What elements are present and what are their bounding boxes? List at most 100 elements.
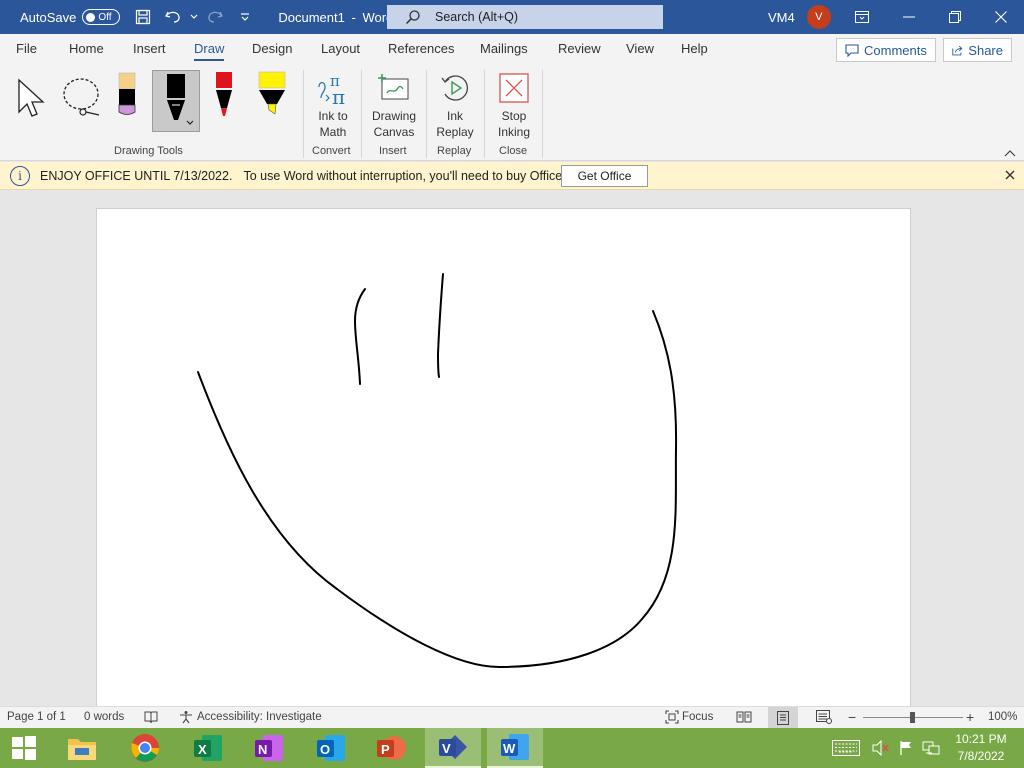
- ink-drawing[interactable]: [97, 209, 912, 706]
- ink-stroke-smile: [197, 310, 678, 669]
- stop-inking-button[interactable]: Stop Inking: [490, 68, 538, 140]
- tab-review[interactable]: Review: [558, 34, 601, 64]
- ink-to-math-button[interactable]: ππ Ink to Math: [309, 68, 357, 140]
- tab-references[interactable]: References: [388, 34, 454, 64]
- chrome-icon[interactable]: [117, 728, 173, 768]
- powerpoint-icon[interactable]: P: [363, 728, 419, 768]
- start-icon[interactable]: [0, 728, 48, 768]
- avatar[interactable]: V: [806, 5, 831, 29]
- search-icon: [405, 10, 420, 25]
- select-objects-icon[interactable]: [14, 70, 48, 122]
- volume-muted-icon[interactable]: [870, 728, 892, 768]
- restore-icon[interactable]: [932, 0, 978, 34]
- accessibility-status[interactable]: Accessibility: Investigate: [197, 711, 322, 723]
- lasso-select-icon[interactable]: [58, 70, 106, 122]
- comments-label: Comments: [864, 42, 927, 58]
- drawing-canvas-button[interactable]: Drawing Canvas: [366, 68, 422, 140]
- stop-inking-label-1: Stop: [501, 109, 527, 123]
- tab-help[interactable]: Help: [681, 34, 708, 64]
- visio-icon[interactable]: V: [425, 728, 481, 768]
- focus-label[interactable]: Focus: [682, 711, 713, 723]
- get-office-button[interactable]: Get Office: [561, 165, 648, 187]
- search-placeholder: Search (Alt+Q): [435, 10, 519, 24]
- ink-to-math-icon: ππ: [309, 68, 357, 108]
- message-headline: ENJOY OFFICE UNTIL 7/13/2022.: [40, 168, 233, 183]
- undo-icon[interactable]: [158, 0, 188, 34]
- autosave-toggle[interactable]: Off: [82, 9, 121, 25]
- ink-stroke-left-eye: [353, 288, 366, 385]
- page-count[interactable]: Page 1 of 1: [7, 711, 66, 723]
- tab-view[interactable]: View: [626, 34, 654, 64]
- accessibility-icon[interactable]: [179, 710, 193, 727]
- account-area[interactable]: VM4 V: [768, 0, 831, 34]
- svg-text:V: V: [442, 741, 451, 756]
- redo-icon[interactable]: [200, 0, 230, 34]
- web-layout-icon[interactable]: [816, 710, 832, 727]
- search-box[interactable]: Search (Alt+Q): [387, 5, 663, 29]
- outlook-icon[interactable]: O: [303, 728, 359, 768]
- ribbon-display-options-icon[interactable]: [839, 0, 885, 34]
- comments-button[interactable]: Comments: [836, 38, 936, 62]
- ink-replay-label-1: Ink: [446, 109, 463, 123]
- drawing-canvas-label-2: Canvas: [373, 125, 415, 139]
- tab-home[interactable]: Home: [69, 34, 104, 64]
- highlighter-tool-icon[interactable]: [254, 68, 290, 120]
- zoom-slider-thumb[interactable]: [910, 712, 915, 723]
- read-mode-icon[interactable]: [736, 710, 752, 727]
- onenote-icon[interactable]: N: [241, 728, 297, 768]
- zoom-level[interactable]: 100%: [988, 711, 1017, 723]
- drawing-canvas-icon: [366, 68, 422, 108]
- group-divider: [303, 70, 304, 158]
- print-layout-icon[interactable]: [768, 707, 798, 728]
- proofing-icon[interactable]: [144, 710, 158, 727]
- black-pen-tool-icon[interactable]: [152, 70, 200, 132]
- group-label-convert: Convert: [312, 145, 351, 157]
- tab-draw[interactable]: Draw: [194, 34, 225, 64]
- close-window-icon[interactable]: [978, 0, 1024, 34]
- word-icon[interactable]: W: [487, 728, 543, 768]
- group-divider: [361, 70, 362, 158]
- group-label-replay: Replay: [437, 145, 472, 157]
- autosave-label: AutoSave: [20, 9, 77, 25]
- pencil-tool-icon[interactable]: [114, 68, 140, 120]
- group-divider: [484, 70, 485, 158]
- document-area[interactable]: [0, 190, 1024, 706]
- network-icon[interactable]: [920, 728, 942, 768]
- ink-replay-label-2: Replay: [436, 125, 474, 139]
- svg-text:N: N: [258, 742, 267, 757]
- file-explorer-icon[interactable]: [54, 728, 110, 768]
- document-name: Document1: [278, 9, 345, 25]
- title-separator: -: [351, 9, 356, 25]
- zoom-out-icon[interactable]: −: [848, 709, 856, 725]
- tab-insert[interactable]: Insert: [133, 34, 166, 64]
- document-page[interactable]: [96, 208, 911, 706]
- ink-stroke-right-eye: [436, 273, 444, 378]
- collapse-ribbon-icon[interactable]: [1002, 146, 1018, 160]
- tab-mailings[interactable]: Mailings: [480, 34, 528, 64]
- excel-icon[interactable]: X: [180, 728, 236, 768]
- undo-dropdown-icon[interactable]: [188, 0, 200, 34]
- share-button[interactable]: Share: [943, 38, 1012, 62]
- group-divider: [426, 70, 427, 158]
- minimize-icon[interactable]: [886, 0, 932, 34]
- zoom-in-icon[interactable]: +: [966, 709, 974, 725]
- flag-icon[interactable]: [896, 728, 916, 768]
- share-label: Share: [968, 42, 1003, 58]
- share-icon: [952, 45, 963, 55]
- group-label-drawing-tools: Drawing Tools: [114, 145, 183, 157]
- focus-icon[interactable]: [665, 710, 679, 727]
- word-count[interactable]: 0 words: [84, 711, 124, 723]
- save-icon[interactable]: [128, 0, 158, 34]
- ink-replay-button[interactable]: Ink Replay: [431, 68, 479, 140]
- system-clock[interactable]: 10:21 PM 7/8/2022: [950, 731, 1012, 765]
- red-pen-tool-icon[interactable]: [210, 68, 238, 120]
- autosave-control[interactable]: AutoSave Off: [20, 9, 121, 25]
- group-divider: [542, 70, 543, 158]
- tab-design[interactable]: Design: [252, 34, 292, 64]
- tab-layout[interactable]: Layout: [321, 34, 360, 64]
- touch-keyboard-icon[interactable]: [830, 728, 862, 768]
- customize-toolbar-icon[interactable]: [230, 0, 260, 34]
- tab-file[interactable]: File: [16, 34, 37, 64]
- close-icon[interactable]: [1001, 166, 1019, 184]
- svg-text:π: π: [332, 85, 345, 105]
